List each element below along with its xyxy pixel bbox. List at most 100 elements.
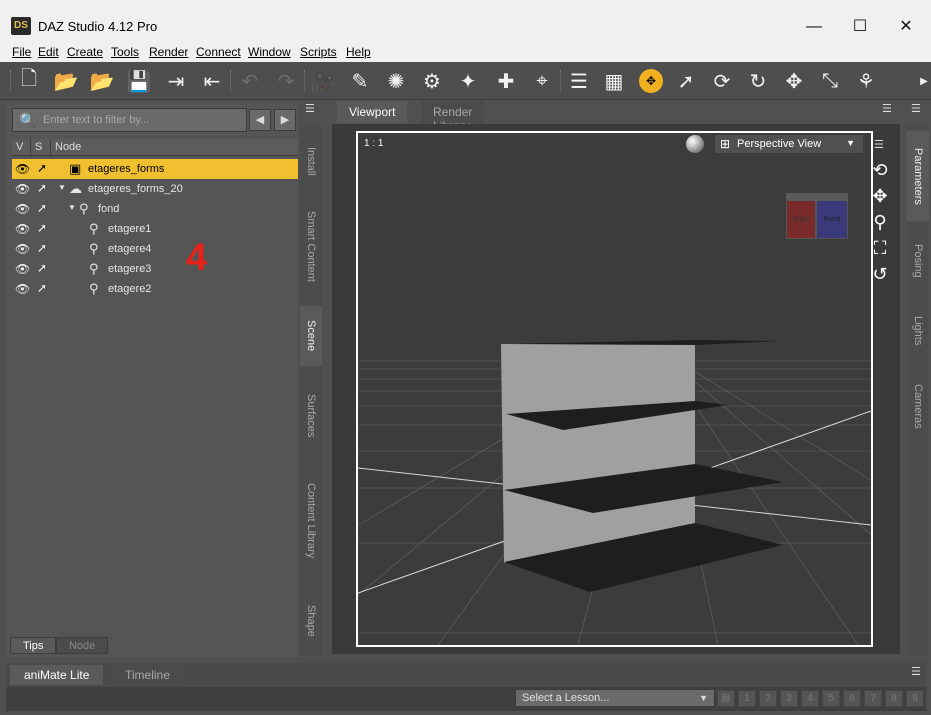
column-selectable[interactable]: S: [35, 141, 42, 153]
rotate-icon[interactable]: ↻: [744, 68, 772, 94]
zoom-icon[interactable]: ⚲: [869, 212, 891, 236]
viewport[interactable]: 1 : 1 ⊞ Perspective View ▼ Right Front: [356, 131, 873, 647]
viewport-options-icon[interactable]: ☰: [882, 104, 898, 116]
menu-create[interactable]: Create: [67, 45, 103, 59]
visibility-icon[interactable]: 👁: [15, 202, 30, 216]
menu-render[interactable]: Render: [149, 45, 188, 59]
tab-tips[interactable]: Tips: [10, 637, 57, 654]
animate-options-icon[interactable]: ☰: [911, 667, 927, 679]
menu-window[interactable]: Window: [248, 45, 291, 59]
minimize-button[interactable]: —: [791, 12, 837, 42]
tab-lights[interactable]: Lights: [907, 306, 929, 356]
lesson-step[interactable]: 7: [864, 690, 882, 707]
universal-tool-icon[interactable]: ✥: [637, 68, 665, 94]
light-icon[interactable]: ✦: [454, 68, 482, 94]
maximize-button[interactable]: ☐: [837, 12, 883, 42]
lesson-step[interactable]: 9: [906, 690, 924, 707]
lesson-step[interactable]: 2: [759, 690, 777, 707]
selectable-icon[interactable]: ➚: [37, 221, 47, 235]
cube-face-front[interactable]: Front: [816, 199, 848, 239]
lesson-step[interactable]: 3: [780, 690, 798, 707]
column-node[interactable]: Node: [55, 141, 81, 153]
tree-row-etagere4[interactable]: 👁 ➚ ⚲ etagere4: [12, 239, 298, 259]
tab-install[interactable]: Install: [300, 131, 322, 191]
selectable-icon[interactable]: ➚: [37, 161, 47, 175]
lesson-step[interactable]: 6: [843, 690, 861, 707]
tree-row-etagere2[interactable]: 👁 ➚ ⚲ etagere2: [12, 279, 298, 299]
render-settings-icon[interactable]: ⚙: [418, 68, 446, 94]
save-icon[interactable]: 💾: [125, 68, 153, 94]
node-tool-icon[interactable]: ⌖: [528, 68, 556, 94]
previous-button[interactable]: ◀: [249, 109, 271, 131]
visibility-icon[interactable]: 👁: [15, 262, 30, 276]
joint-editor-icon[interactable]: ⚘: [852, 68, 880, 94]
visibility-icon[interactable]: 👁: [15, 242, 30, 256]
spot-render-icon[interactable]: ✎: [346, 68, 374, 94]
menu-edit[interactable]: Edit: [38, 45, 59, 59]
tab-cameras[interactable]: Cameras: [907, 371, 929, 441]
cube-face-right[interactable]: Right: [786, 199, 816, 239]
selectable-icon[interactable]: ➚: [37, 261, 47, 275]
grid-icon[interactable]: ▦: [600, 68, 628, 94]
expand-toggle-icon[interactable]: ▼: [68, 203, 76, 212]
render-icon[interactable]: ✺: [382, 68, 410, 94]
menu-connect[interactable]: Connect: [196, 45, 241, 59]
open-icon[interactable]: 📂: [52, 68, 80, 94]
export-icon[interactable]: ⇤: [198, 68, 226, 94]
lesson-select[interactable]: Select a Lesson... ▼: [515, 689, 715, 707]
menu-scripts[interactable]: Scripts: [300, 45, 337, 59]
tree-row-fond[interactable]: 👁 ➚ ▼ ⚲ fond: [12, 199, 298, 219]
close-button[interactable]: ✕: [883, 12, 929, 42]
tab-animate-lite[interactable]: aniMate Lite: [10, 665, 104, 685]
tab-content-library[interactable]: Content Library: [300, 466, 322, 576]
tab-node[interactable]: Node: [56, 637, 109, 654]
selectable-icon[interactable]: ➚: [37, 181, 47, 195]
selectable-icon[interactable]: ➚: [37, 281, 47, 295]
tab-viewport[interactable]: Viewport: [337, 101, 408, 123]
reset-view-icon[interactable]: ↺: [869, 264, 891, 288]
merge-icon[interactable]: 📂: [88, 68, 116, 94]
tab-scene[interactable]: Scene: [300, 306, 322, 366]
transform-icon[interactable]: ⟳: [708, 68, 736, 94]
tab-render-library[interactable]: Render Library: [421, 101, 485, 133]
lesson-step[interactable]: 5: [822, 690, 840, 707]
tab-surfaces[interactable]: Surfaces: [300, 376, 322, 456]
camera-icon[interactable]: ✚: [492, 68, 520, 94]
selectable-icon[interactable]: ➚: [37, 241, 47, 255]
expand-toggle-icon[interactable]: ▼: [58, 183, 66, 192]
tree-row-etagere1[interactable]: 👁 ➚ ⚲ etagere1: [12, 219, 298, 239]
visibility-icon[interactable]: 👁: [15, 182, 30, 196]
tab-timeline[interactable]: Timeline: [111, 665, 184, 685]
lesson-step[interactable]: 8: [885, 690, 903, 707]
next-button[interactable]: ▶: [274, 109, 296, 131]
menu-file[interactable]: File: [12, 45, 31, 59]
frame-icon[interactable]: ⛶: [869, 238, 891, 262]
pane-options-icon[interactable]: ☰: [305, 104, 321, 116]
viewport-menu-icon[interactable]: ☰: [874, 140, 890, 152]
tree-row-etageres-forms-20[interactable]: 👁 ➚ ▼ ☁ etageres_forms_20: [12, 179, 298, 199]
tab-shape[interactable]: Shape: [300, 591, 322, 651]
tab-parameters[interactable]: Parameters: [907, 131, 929, 221]
align-icon[interactable]: ☰: [565, 68, 593, 94]
more-icon[interactable]: ▶: [910, 68, 931, 94]
tab-posing[interactable]: Posing: [907, 231, 929, 291]
pan-icon[interactable]: ✥: [869, 186, 891, 210]
filter-input[interactable]: [43, 109, 243, 131]
menu-tools[interactable]: Tools: [111, 45, 139, 59]
lesson-step[interactable]: 4: [801, 690, 819, 707]
cube-face-top[interactable]: [786, 193, 848, 201]
scene-tool-icon[interactable]: 🎥: [309, 68, 337, 94]
node-selection-icon[interactable]: ➚: [672, 68, 700, 94]
film-icon[interactable]: ▤: [717, 690, 735, 707]
tab-smart-content[interactable]: Smart Content: [300, 196, 322, 296]
visibility-icon[interactable]: 👁: [15, 282, 30, 296]
redo-icon[interactable]: ↷: [272, 68, 300, 94]
column-visible[interactable]: V: [16, 141, 23, 153]
new-icon[interactable]: 🗋: [15, 68, 43, 94]
draw-style-icon[interactable]: [686, 135, 704, 153]
right-pane-options-icon[interactable]: ☰: [911, 104, 927, 116]
visibility-icon[interactable]: 👁: [15, 162, 30, 176]
translate-icon[interactable]: ✥: [780, 68, 808, 94]
lesson-step[interactable]: 1: [738, 690, 756, 707]
view-cube[interactable]: Right Front: [786, 189, 850, 253]
